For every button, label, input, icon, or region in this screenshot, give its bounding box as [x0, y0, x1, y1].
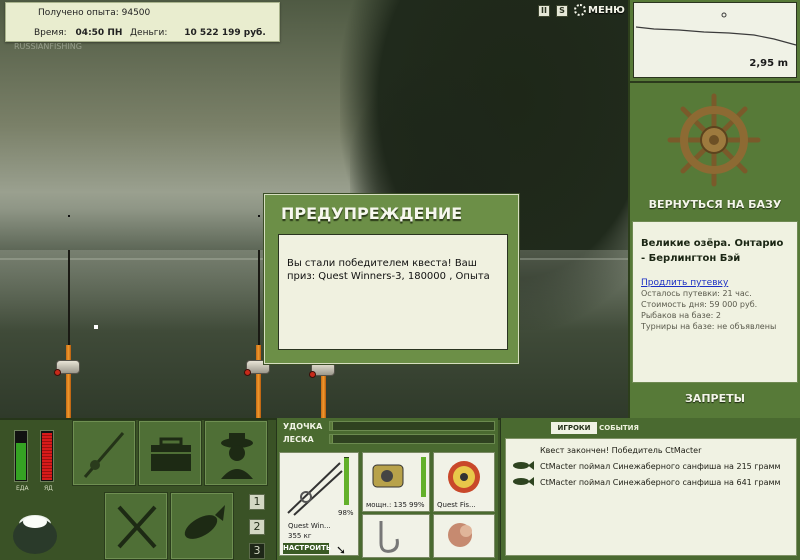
- rod-durability: 98%: [338, 509, 354, 517]
- tacklebox-tile[interactable]: [138, 420, 202, 486]
- setup-button[interactable]: НАСТРОИТЬ: [283, 543, 331, 554]
- hook-icon: [379, 521, 399, 553]
- fish-icon: [513, 477, 534, 486]
- cauldron-icon[interactable]: [10, 504, 60, 560]
- experience-value: 94500: [121, 8, 151, 18]
- divider: [630, 81, 800, 83]
- money-value: 10 522 199 руб.: [184, 28, 266, 38]
- rod-icon: [83, 432, 125, 478]
- slot-button-3[interactable]: 3: [249, 543, 265, 559]
- events-list: Квест закончен! Победитель CtMacter CtMa…: [505, 438, 797, 556]
- bait-slot[interactable]: [433, 514, 495, 558]
- list-item: Квест закончен! Победитель CtMacter: [540, 446, 702, 455]
- fish-tile[interactable]: [170, 492, 234, 560]
- list-item: CtMacter поймал Синежаберного санфиша на…: [540, 462, 781, 471]
- tab-players[interactable]: ИГРОКИ: [551, 422, 597, 434]
- poison-label: ЯД: [44, 485, 53, 492]
- money-label: Деньги:: [130, 28, 168, 38]
- helm-icon: [574, 4, 586, 16]
- float-marker: [721, 12, 727, 18]
- line-spool-icon: [448, 461, 480, 493]
- reel-durability: 99%: [409, 501, 425, 509]
- player-info-panel: Получено опыта: 94500 Время: 04:50 ПН Де…: [5, 2, 280, 42]
- menu-label: МЕНЮ: [588, 5, 625, 16]
- rod-tension-bar: [329, 421, 495, 431]
- fisherman-icon: [221, 433, 253, 479]
- knife-fork-icon: [117, 505, 157, 549]
- reel-icon: [372, 464, 404, 488]
- pause-button[interactable]: II: [538, 5, 550, 17]
- arrow-icon: ➘: [336, 543, 347, 557]
- bobber: [94, 325, 98, 329]
- rod-durability-bar: [344, 457, 349, 505]
- fish-icon: [184, 505, 225, 539]
- fishing-rod-1[interactable]: [54, 250, 80, 418]
- rod-weight: 355 кг: [288, 532, 312, 540]
- slot-button-1[interactable]: 1: [249, 494, 265, 510]
- tournaments-status: Турниры на базе: не объявлены: [641, 322, 777, 331]
- line-slot[interactable]: Quest Fis...: [433, 452, 495, 512]
- extend-permit-link[interactable]: Продлить путевку: [641, 278, 728, 288]
- dialog-title: ПРЕДУПРЕЖДЕНИЕ: [281, 204, 463, 223]
- tab-events[interactable]: СОБЫТИЯ: [599, 422, 639, 434]
- return-to-base-button[interactable]: ВЕРНУТЬСЯ НА БАЗУ: [632, 198, 798, 216]
- warning-dialog[interactable]: ПРЕДУПРЕЖДЕНИЕ Вы стали победителем квес…: [264, 194, 519, 364]
- location-card: Великие озёра. Онтарио - Берлингтон Бэй …: [632, 221, 798, 383]
- line-name: Quest Fis...: [437, 501, 476, 509]
- food-label: ЕДА: [16, 485, 29, 492]
- list-item: CtMacter поймал Синежаберного санфиша на…: [540, 478, 781, 487]
- rod-tip-1: [68, 215, 70, 217]
- tackle-tile[interactable]: [72, 420, 136, 486]
- menu-button[interactable]: МЕНЮ: [574, 4, 628, 22]
- food-meter: [14, 430, 28, 482]
- reel-durability-bar: [421, 457, 426, 497]
- rod-tension-label: УДОЧКА: [283, 422, 323, 431]
- depth-line: [635, 26, 797, 46]
- depth-profile: 2,95 m: [633, 2, 797, 78]
- reel-slot[interactable]: мощн.: 135 99%: [362, 452, 430, 512]
- fishing-rod-2[interactable]: [244, 250, 270, 418]
- dialog-message: Вы стали победителем квеста! Ваш приз: Q…: [278, 234, 508, 350]
- fisherman-tile[interactable]: [204, 420, 268, 486]
- location-title: Великие озёра. Онтарио - Берлингтон Бэй: [641, 238, 784, 264]
- tackle-panel: УДОЧКА ЛЕСКА 98% Quest Win... 355 кг НАС…: [276, 418, 498, 560]
- permit-remaining: Осталось путевки: 21 час.: [641, 289, 752, 298]
- game-logo: RUSSIANFISHING: [14, 42, 82, 51]
- poison-meter: [40, 430, 54, 482]
- rod-name: Quest Win...: [288, 522, 331, 530]
- ship-wheel-icon[interactable]: [666, 92, 762, 188]
- slot-button-2[interactable]: 2: [249, 519, 265, 535]
- depth-value: 2,95 m: [749, 58, 788, 69]
- experience-label: Получено опыта:: [38, 8, 119, 18]
- rod-icon: [287, 462, 343, 516]
- fish-icon: [513, 461, 534, 470]
- anglers-count: Рыбаков на базе: 2: [641, 311, 721, 320]
- tackle-box-icon: [151, 437, 191, 471]
- kitchen-tile[interactable]: [104, 492, 168, 560]
- day-cost: Стоимость дня: 59 000 руб.: [641, 300, 758, 309]
- events-panel: ИГРОКИ СОБЫТИЯ Квест закончен! Победител…: [500, 418, 800, 560]
- bait-icon: [448, 523, 472, 547]
- time-label: Время:: [34, 28, 67, 38]
- line-tension-bar: [329, 434, 495, 444]
- reel-power: мощн.: 135: [366, 501, 407, 509]
- bans-button[interactable]: ЗАПРЕТЫ: [632, 392, 798, 410]
- time-value: 04:50 ПН: [75, 28, 123, 38]
- rod-tip-2: [258, 215, 260, 217]
- rod-slot[interactable]: 98% Quest Win... 355 кг НАСТРОИТЬ ➘: [279, 452, 359, 557]
- hook-slot[interactable]: [362, 514, 430, 558]
- line-tension-label: ЛЕСКА: [283, 435, 314, 444]
- sound-button[interactable]: S: [556, 5, 568, 17]
- game-screen: Получено опыта: 94500 Время: 04:50 ПН Де…: [0, 0, 800, 560]
